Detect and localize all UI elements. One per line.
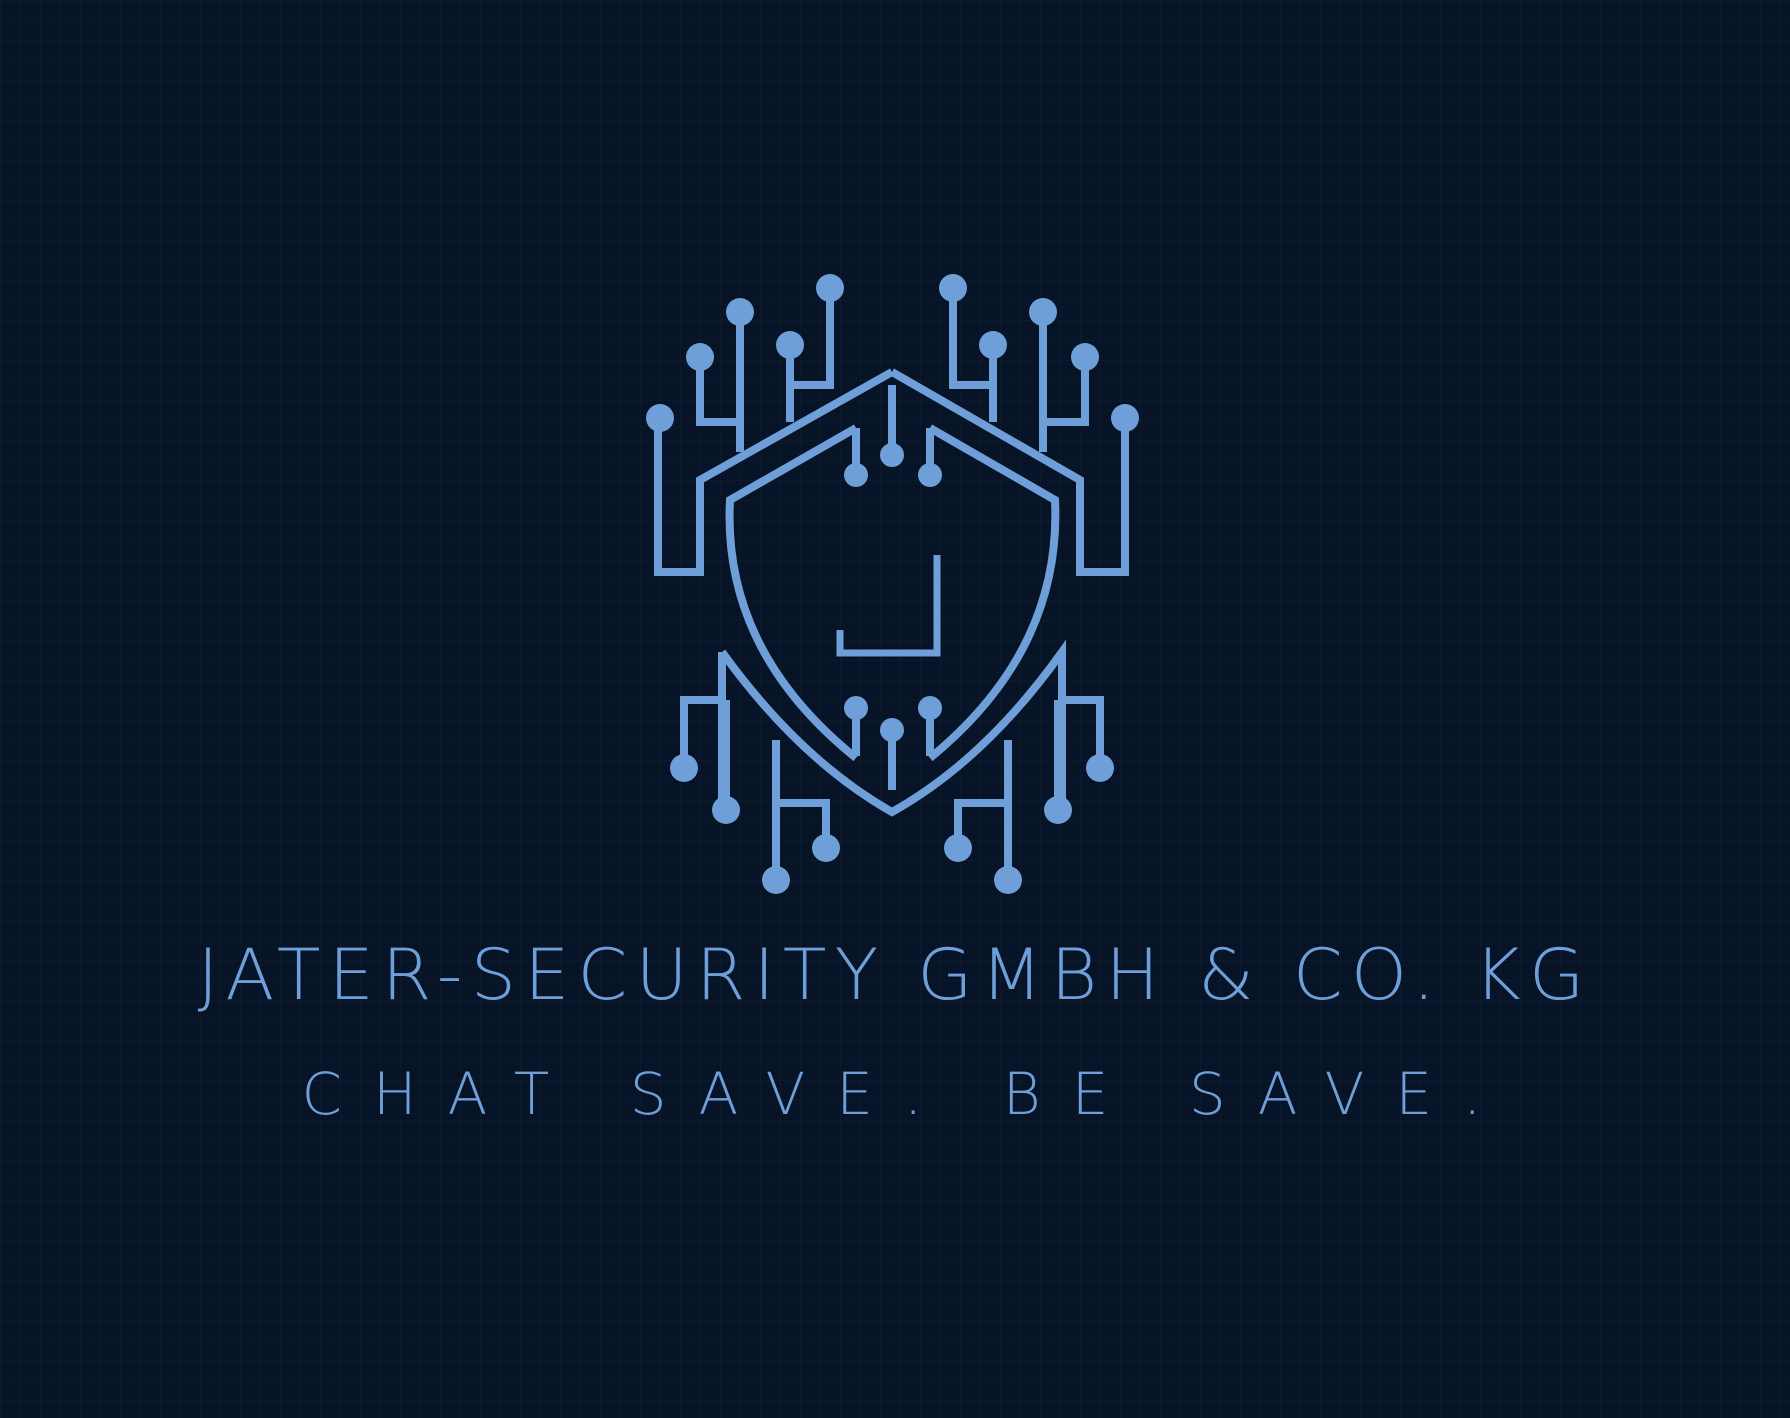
circuit-shield-logo [646, 274, 1139, 894]
inner-shield-outline [725, 424, 1060, 762]
company-name: JATER-SECURITY GMBH & CO. KG [197, 934, 1593, 1016]
tagline: CHAT SAVE. BE SAVE. [301, 1060, 1513, 1128]
monogram-j-stroke [836, 555, 941, 657]
